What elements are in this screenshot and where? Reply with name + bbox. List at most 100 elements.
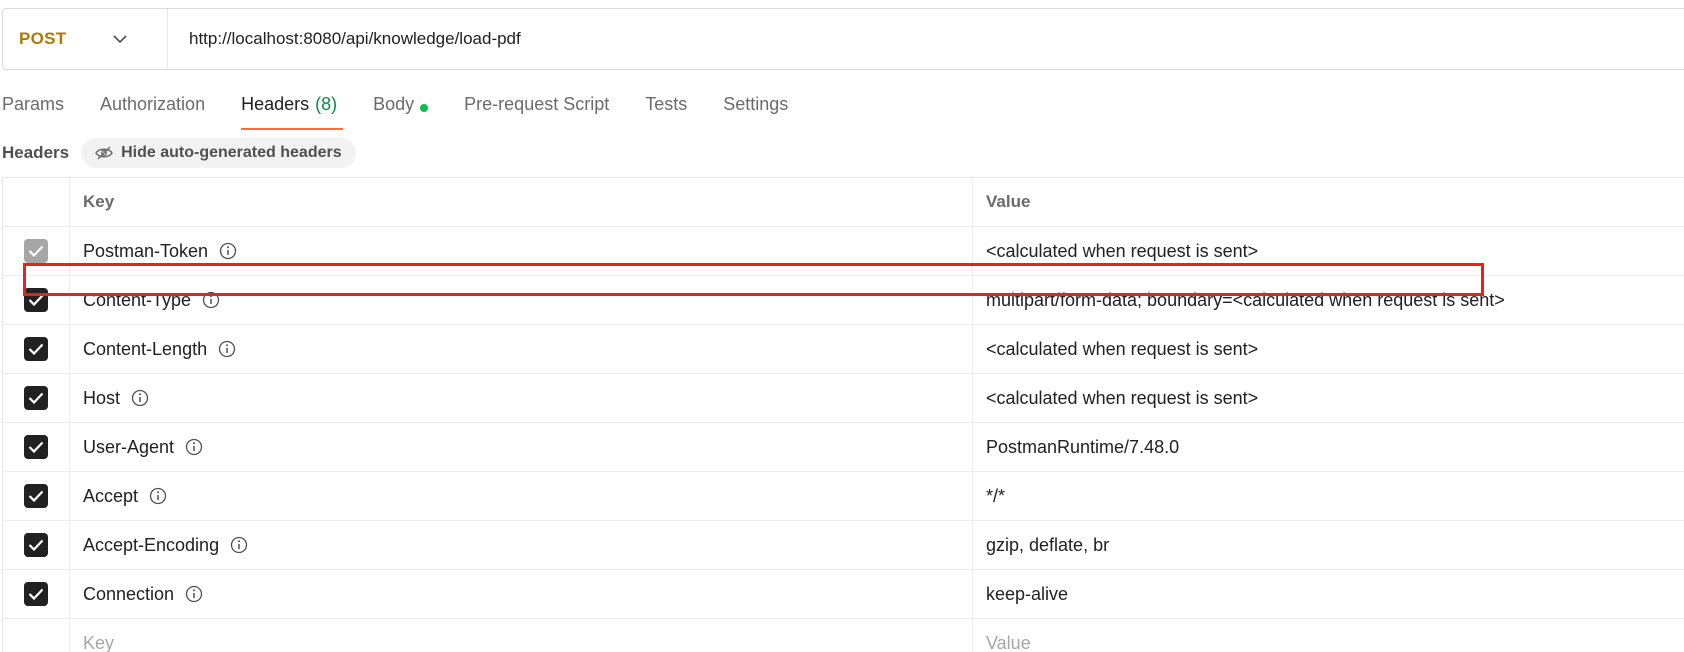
table-row: Connection keep-alive [3, 570, 1684, 619]
tab-tests[interactable]: Tests [645, 92, 687, 130]
checkmark-icon [28, 294, 44, 306]
tab-label: Body [373, 94, 415, 114]
header-value[interactable]: PostmanRuntime/7.48.0 [973, 423, 1684, 471]
tab-authorization[interactable]: Authorization [100, 92, 205, 130]
header-key: Accept [83, 485, 139, 506]
header-key: User-Agent [83, 436, 175, 457]
headers-count-badge: (8) [315, 94, 338, 114]
header-key: Postman-Token [83, 240, 209, 261]
header-key-cell[interactable]: Accept [70, 472, 973, 520]
tab-pre-request-script[interactable]: Pre-request Script [464, 92, 609, 130]
method-label: POST [19, 29, 67, 48]
checkmark-icon [28, 539, 44, 551]
header-value[interactable]: <calculated when request is sent> [973, 227, 1684, 275]
info-icon[interactable] [202, 291, 220, 309]
tab-headers[interactable]: Headers (8) [241, 92, 344, 130]
method-select[interactable]: POST [3, 9, 168, 69]
info-icon[interactable] [230, 536, 248, 554]
header-key-cell[interactable]: Postman-Token [70, 227, 973, 275]
tab-params[interactable]: Params [2, 92, 64, 130]
header-value[interactable]: multipart/form-data; boundary=<calculate… [973, 276, 1684, 324]
row-check-cell [3, 423, 70, 471]
checkmark-icon [28, 588, 44, 600]
table-row: Content-Type multipart/form-data; bounda… [3, 276, 1684, 325]
row-checkbox[interactable] [24, 386, 48, 410]
row-check-cell [3, 472, 70, 520]
checkmark-icon [28, 392, 44, 404]
header-key-cell[interactable]: Content-Type [70, 276, 973, 324]
tab-label: Settings [723, 94, 789, 114]
table-header-row: Key Value [3, 178, 1684, 227]
info-icon[interactable] [219, 242, 237, 260]
tab-label: Pre-request Script [464, 94, 610, 114]
row-check-cell [3, 276, 70, 324]
hide-auto-generated-headers-button[interactable]: Hide auto-generated headers [81, 138, 356, 168]
tab-label: Headers [241, 94, 310, 114]
header-check-cell [3, 178, 70, 226]
column-header-key: Key [70, 178, 973, 226]
row-check-cell [3, 570, 70, 618]
header-key: Accept-Encoding [83, 534, 220, 555]
header-value[interactable]: <calculated when request is sent> [973, 325, 1684, 373]
header-key: Host [83, 387, 121, 408]
tab-body[interactable]: Body [373, 92, 429, 130]
row-checkbox[interactable] [24, 239, 48, 263]
checkmark-icon [28, 441, 44, 453]
row-checkbox[interactable] [24, 288, 48, 312]
header-key-cell[interactable]: Host [70, 374, 973, 422]
new-header-row: Key Value [3, 619, 1684, 652]
headers-section-title: Headers [2, 143, 70, 162]
row-check-cell [3, 521, 70, 569]
row-checkbox[interactable] [24, 435, 48, 459]
table-row: Postman-Token <calculated when request i… [3, 227, 1684, 276]
url-input[interactable]: http://localhost:8080/api/knowledge/load… [168, 29, 521, 49]
row-checkbox[interactable] [24, 484, 48, 508]
row-check-cell [3, 325, 70, 373]
table-row: Content-Length <calculated when request … [3, 325, 1684, 374]
table-row: Accept */* [3, 472, 1684, 521]
header-value[interactable]: */* [973, 472, 1684, 520]
header-key-cell[interactable]: Content-Length [70, 325, 973, 373]
header-key: Content-Type [83, 289, 192, 310]
row-checkbox[interactable] [24, 533, 48, 557]
row-check-cell [3, 227, 70, 275]
chevron-down-icon [112, 31, 128, 47]
info-icon[interactable] [131, 389, 149, 407]
table-row: User-Agent PostmanRuntime/7.48.0 [3, 423, 1684, 472]
header-key-cell[interactable]: Accept-Encoding [70, 521, 973, 569]
table-row: Host <calculated when request is sent> [3, 374, 1684, 423]
tab-label: Authorization [100, 94, 206, 114]
info-icon[interactable] [218, 340, 236, 358]
tab-label: Params [2, 94, 65, 114]
info-icon[interactable] [185, 438, 203, 456]
header-value[interactable]: keep-alive [973, 570, 1684, 618]
row-checkbox[interactable] [24, 337, 48, 361]
hide-button-label: Hide auto-generated headers [121, 144, 342, 161]
tab-label: Tests [645, 94, 688, 114]
header-key-cell[interactable]: Connection [70, 570, 973, 618]
header-value[interactable]: <calculated when request is sent> [973, 374, 1684, 422]
row-check-cell [3, 619, 70, 652]
column-header-value: Value [986, 192, 1031, 211]
header-key: Content-Length [83, 338, 208, 359]
row-check-cell [3, 374, 70, 422]
headers-table: Key Value Postman-Token <calculated when… [2, 177, 1684, 652]
headers-toolbar: Headers Hide auto-generated headers [2, 138, 356, 168]
body-status-dot [420, 104, 429, 112]
checkmark-icon [28, 343, 44, 355]
tab-settings[interactable]: Settings [723, 92, 788, 130]
new-key-input[interactable]: Key [70, 619, 973, 652]
checkmark-icon [28, 490, 44, 502]
header-key-cell[interactable]: User-Agent [70, 423, 973, 471]
eye-off-icon [95, 146, 113, 160]
new-value-input[interactable]: Value [973, 619, 1684, 652]
request-url-bar: POST http://localhost:8080/api/knowledge… [2, 8, 1684, 70]
table-row: Accept-Encoding gzip, deflate, br [3, 521, 1684, 570]
info-icon[interactable] [185, 585, 203, 603]
info-icon[interactable] [149, 487, 167, 505]
row-checkbox[interactable] [24, 582, 48, 606]
request-tabs: Params Authorization Headers (8) Body Pr… [2, 92, 824, 130]
checkmark-icon [28, 245, 44, 257]
header-key: Connection [83, 583, 175, 604]
header-value[interactable]: gzip, deflate, br [973, 521, 1684, 569]
